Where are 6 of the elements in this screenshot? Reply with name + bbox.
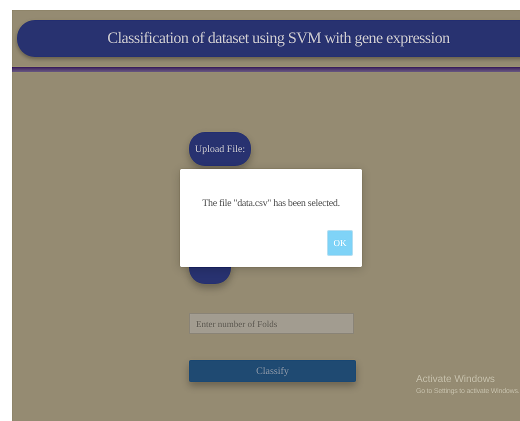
dialog-message: The file "data.csv" has been selected. <box>202 198 340 209</box>
ok-button[interactable]: OK <box>327 230 353 256</box>
upload-button[interactable]: Upload File: <box>189 132 251 166</box>
folds-input-field[interactable]: Enter number of Folds <box>189 313 354 334</box>
classify-button[interactable]: Classify <box>189 360 356 382</box>
page-title: Classification of dataset using SVM with gene expression <box>107 30 450 48</box>
